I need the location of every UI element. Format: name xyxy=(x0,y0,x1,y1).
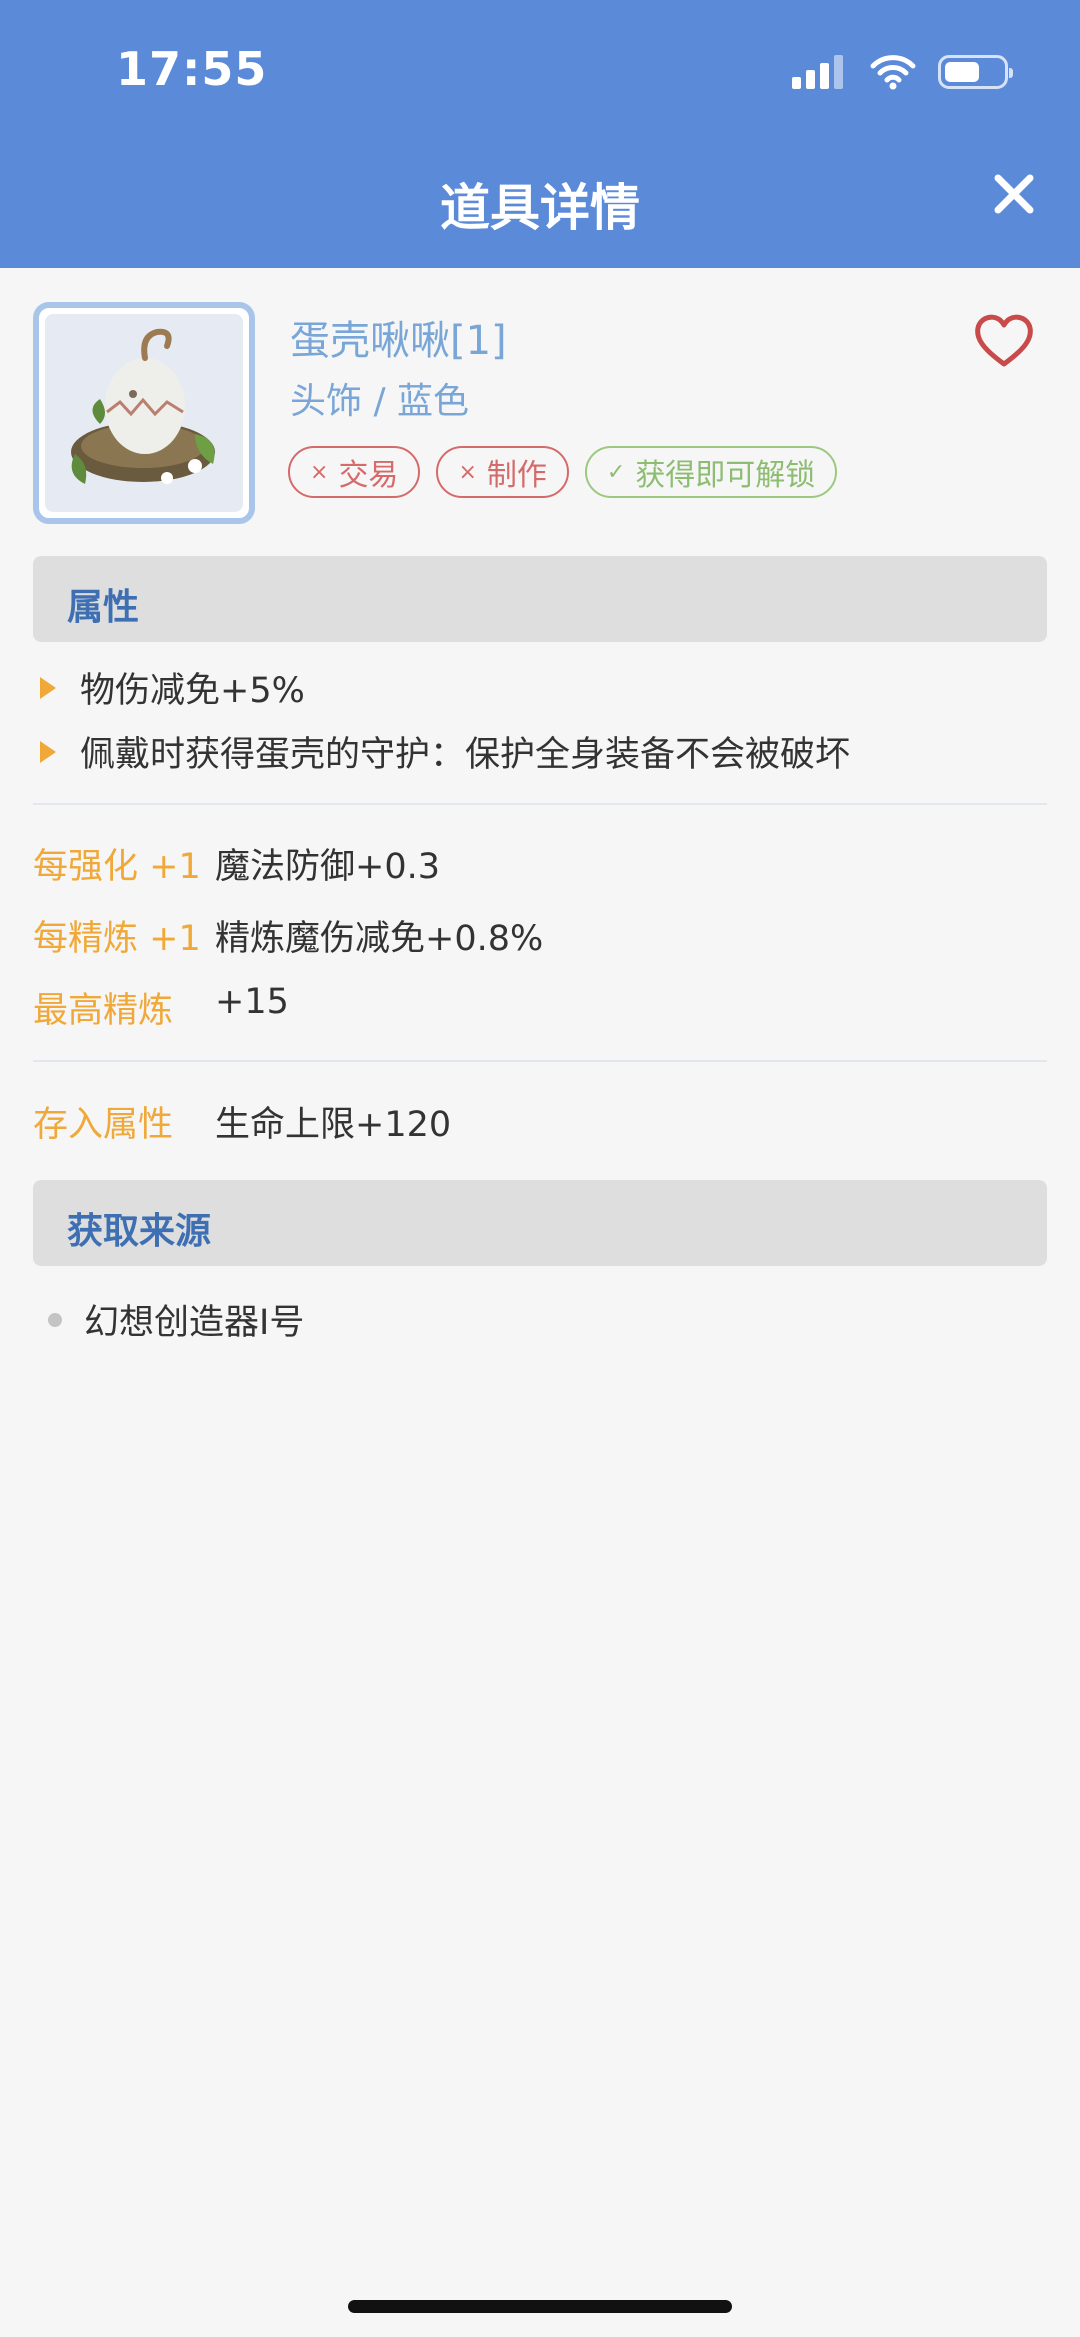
item-image-frame xyxy=(33,302,255,524)
triangle-bullet-icon xyxy=(40,676,56,699)
tag-label: 获得即可解锁 xyxy=(635,458,816,493)
cross-icon: × xyxy=(458,459,477,485)
close-icon[interactable] xyxy=(992,172,1036,216)
upgrade-key: 每精炼 +1 xyxy=(33,919,201,959)
triangle-bullet-icon xyxy=(40,740,56,763)
upgrade-key: 最高精炼 xyxy=(33,991,174,1031)
bullet-dot-icon xyxy=(48,1312,62,1327)
effect-row: 佩戴时获得蛋壳的守护：保护全身装备不会被破坏 xyxy=(40,726,850,777)
tag-trade: × 交易 xyxy=(288,446,421,498)
battery-icon xyxy=(938,55,1013,89)
tag-label: 制作 xyxy=(486,458,547,493)
section-attributes: 属性 xyxy=(33,556,1047,642)
wifi-icon xyxy=(870,55,916,90)
divider xyxy=(33,1060,1047,1062)
upgrade-row: 每精炼 +1 精炼魔伤减免+0.8% xyxy=(33,910,543,961)
section-sources: 获取来源 xyxy=(33,1180,1047,1266)
deposit-row: 存入属性 生命上限+120 xyxy=(33,1096,451,1147)
source-item[interactable]: 幻想创造器I号 xyxy=(48,1294,304,1345)
egg-nest-illustration xyxy=(71,328,215,484)
item-name: 蛋壳啾啾[1] xyxy=(290,318,507,364)
favorite-heart-icon[interactable] xyxy=(972,310,1036,370)
item-category: 头饰 / 蓝色 xyxy=(290,381,470,422)
app-header: 17:55 道具详情 xyxy=(0,0,1080,268)
tag-unlock: ✓ 获得即可解锁 xyxy=(584,446,838,498)
deposit-key: 存入属性 xyxy=(33,1105,174,1145)
effect-row: 物伤减免+5% xyxy=(40,662,305,713)
signal-icon xyxy=(792,55,848,89)
upgrade-value: 精炼魔伤减免+0.8% xyxy=(215,919,544,959)
section-title: 属性 xyxy=(67,587,140,628)
effect-text: 佩戴时获得蛋壳的守护：保护全身装备不会被破坏 xyxy=(80,735,851,775)
upgrade-row: 最高精炼 +15 xyxy=(33,982,289,1033)
tag-label: 交易 xyxy=(338,458,399,493)
check-icon: ✓ xyxy=(606,459,626,485)
item-tags: × 交易 × 制作 ✓ 获得即可解锁 xyxy=(288,446,853,498)
upgrade-value: +15 xyxy=(215,982,289,1022)
status-icons xyxy=(792,52,1013,92)
home-indicator[interactable] xyxy=(348,2300,732,2313)
effect-text: 物伤减免+5% xyxy=(80,671,305,711)
section-title: 获取来源 xyxy=(67,1211,212,1252)
divider xyxy=(33,803,1047,805)
upgrade-row: 每强化 +1 魔法防御+0.3 xyxy=(33,838,440,889)
deposit-value: 生命上限+120 xyxy=(215,1105,452,1145)
source-label: 幻想创造器I号 xyxy=(84,1303,305,1343)
item-image xyxy=(45,314,243,512)
cross-icon: × xyxy=(310,459,329,485)
upgrade-value: 魔法防御+0.3 xyxy=(215,847,440,887)
status-time: 17:55 xyxy=(116,42,268,96)
upgrade-key: 每强化 +1 xyxy=(33,847,201,887)
page-title: 道具详情 xyxy=(440,179,640,237)
tag-craft: × 制作 xyxy=(436,446,569,498)
